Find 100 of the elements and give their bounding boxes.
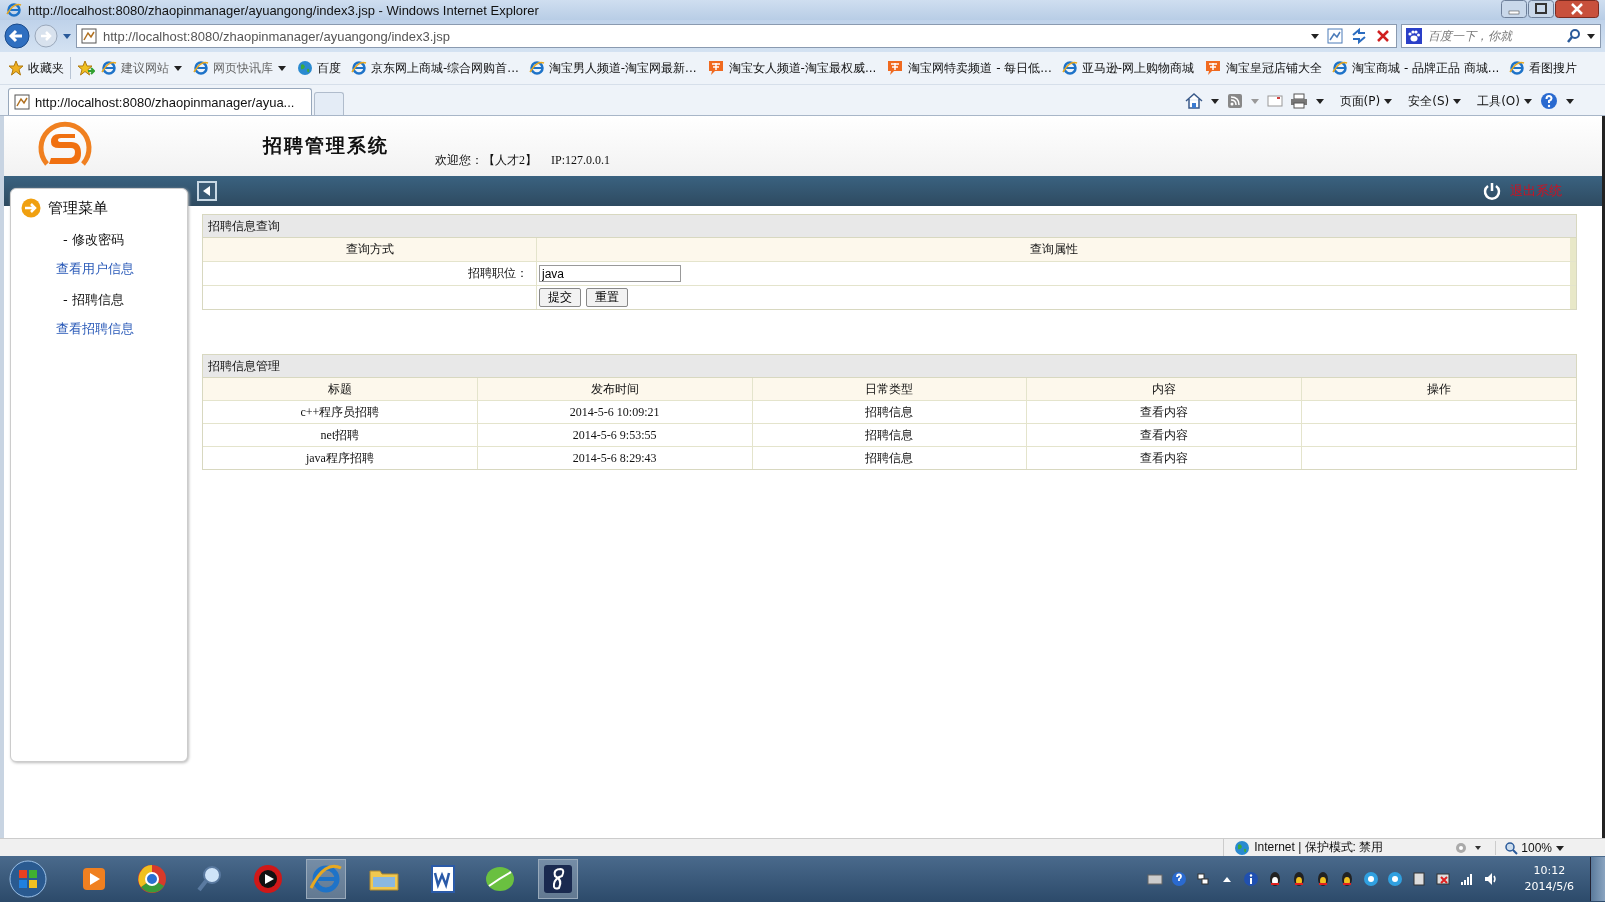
browser-icon bbox=[528, 60, 545, 76]
panel-title: 招聘信息查询 bbox=[203, 215, 1576, 238]
favorite-link[interactable]: 淘宝商城 - 品牌正品 商城... bbox=[1332, 59, 1500, 77]
view-content-link[interactable]: 查看内容 bbox=[1027, 401, 1303, 423]
settings-icon[interactable] bbox=[1453, 840, 1484, 855]
caret-icon[interactable] bbox=[1310, 32, 1320, 40]
maximize-button[interactable] bbox=[1528, 0, 1554, 18]
favorite-link[interactable]: 淘宝女人频道-淘宝最权威... bbox=[706, 59, 877, 77]
menu-link[interactable]: 查看招聘信息 bbox=[11, 315, 187, 344]
favorite-link[interactable]: 百度 bbox=[297, 59, 341, 77]
browser-icon bbox=[193, 60, 209, 76]
clock[interactable]: 10:12 2014/5/6 bbox=[1524, 863, 1574, 895]
favorite-link[interactable]: 京东网上商城-综合网购首... bbox=[351, 59, 519, 77]
page-icon bbox=[81, 28, 97, 44]
favorites-button[interactable]: 收藏夹 bbox=[8, 59, 64, 77]
column-header: 内容 bbox=[1027, 378, 1303, 400]
form-button[interactable]: 重置 bbox=[586, 288, 628, 307]
feed-icon[interactable] bbox=[1226, 93, 1243, 109]
caret-icon bbox=[1452, 97, 1463, 105]
browser-icon bbox=[101, 60, 117, 76]
power-icon bbox=[1482, 181, 1502, 201]
column-header: 查询方式 bbox=[203, 238, 537, 261]
network-error-icon[interactable] bbox=[1434, 871, 1451, 887]
view-content-link[interactable]: 查看内容 bbox=[1027, 447, 1303, 469]
bubble-icon[interactable] bbox=[1362, 871, 1379, 887]
bubble-icon[interactable] bbox=[1386, 871, 1403, 887]
form-button[interactable]: 提交 bbox=[539, 288, 581, 307]
menu-button[interactable]: 工具(O) bbox=[1477, 92, 1533, 110]
welcome-text: 欢迎您：【人才2】 bbox=[435, 151, 537, 169]
table-cell: java程序招聘 bbox=[203, 447, 478, 469]
search-icon[interactable] bbox=[1566, 28, 1582, 44]
address-field[interactable]: http://localhost:8080/zhaopinmanager/ayuangong/index3.jsp bbox=[76, 24, 1397, 48]
caret-icon bbox=[1555, 843, 1565, 852]
back-button[interactable] bbox=[4, 23, 30, 49]
paw-icon bbox=[1406, 28, 1422, 44]
search-input[interactable]: 百度一下，你就 bbox=[1426, 28, 1562, 44]
favorite-link[interactable]: 看图搜片 bbox=[1509, 59, 1578, 77]
help-icon[interactable] bbox=[1170, 871, 1187, 887]
column-header: 操作 bbox=[1426, 380, 1453, 398]
caret-icon[interactable] bbox=[1209, 97, 1220, 105]
menu-button[interactable]: 页面(P) bbox=[1339, 92, 1394, 110]
favorite-link[interactable]: 亚马逊-网上购物商城 bbox=[1061, 59, 1195, 77]
zoom-control[interactable]: 100% bbox=[1495, 840, 1565, 855]
table-cell: c++程序员招聘 bbox=[203, 401, 478, 423]
compatibility-icon[interactable] bbox=[1326, 27, 1344, 45]
favorite-link[interactable]: 建议网站 bbox=[101, 59, 183, 77]
browser-tab[interactable]: http://localhost:8080/zhaopinmanager/ayua... bbox=[8, 88, 312, 115]
view-content-link[interactable]: 查看内容 bbox=[1027, 424, 1303, 446]
star-icon bbox=[8, 60, 24, 76]
panel-title: 招聘信息管理 bbox=[203, 355, 1576, 378]
device-icon[interactable] bbox=[1410, 871, 1427, 887]
caret-icon[interactable] bbox=[1586, 32, 1596, 40]
home-icon[interactable] bbox=[1184, 93, 1203, 109]
favorite-link[interactable]: 淘宝男人频道-淘宝网最新... bbox=[528, 59, 697, 77]
search-field[interactable]: 百度一下，你就 bbox=[1401, 24, 1601, 48]
caret-icon bbox=[277, 64, 287, 72]
column-header: 发布时间 bbox=[477, 378, 753, 400]
menu-button[interactable]: 安全(S) bbox=[1408, 92, 1463, 110]
browser-icon bbox=[6, 2, 22, 18]
refresh-icon[interactable] bbox=[1350, 27, 1368, 45]
browser-icon bbox=[351, 60, 367, 76]
table-cell: 招聘信息 bbox=[752, 401, 1028, 423]
ribbon-icon[interactable] bbox=[539, 860, 577, 898]
caret-icon bbox=[1523, 97, 1533, 105]
position-field[interactable]: java bbox=[539, 265, 681, 282]
browser-icon bbox=[1061, 60, 1078, 76]
caret-icon[interactable] bbox=[1314, 97, 1325, 105]
table-cell: 招聘信息 bbox=[752, 447, 1028, 469]
menu-link[interactable]: 查看用户信息 bbox=[11, 255, 187, 284]
menu-section: - 修改密码 bbox=[11, 224, 187, 255]
caret-icon bbox=[1383, 97, 1394, 105]
window-icon[interactable] bbox=[1194, 871, 1211, 887]
speech-bubble-icon bbox=[706, 60, 725, 76]
menu-title: 管理菜单 bbox=[48, 198, 108, 218]
favorite-link[interactable]: 淘宝网特卖频道 - 每日低... bbox=[886, 59, 1052, 77]
table-cell: 2014-5-6 9:53:55 bbox=[477, 424, 753, 446]
favorite-link[interactable]: 淘宝皇冠店铺大全 bbox=[1204, 59, 1323, 77]
info-icon[interactable] bbox=[1242, 871, 1259, 887]
page-icon bbox=[14, 94, 30, 110]
table-cell: net招聘 bbox=[203, 424, 478, 446]
menu-section: - 招聘信息 bbox=[11, 284, 187, 315]
speaker-icon[interactable] bbox=[1482, 871, 1499, 887]
printer-icon[interactable] bbox=[1289, 93, 1308, 109]
collapse-icon[interactable] bbox=[197, 181, 217, 201]
help-icon[interactable] bbox=[1540, 92, 1558, 110]
show-desktop-button[interactable] bbox=[1590, 857, 1605, 901]
address-text: http://localhost:8080/zhaopinmanager/ayuangong/index3.jsp bbox=[103, 28, 451, 44]
system-title: 招聘管理系统 bbox=[263, 133, 389, 158]
caret-icon[interactable] bbox=[1565, 97, 1575, 105]
close-button[interactable] bbox=[1555, 0, 1599, 18]
speech-bubble-icon bbox=[1204, 60, 1223, 76]
keyboard-icon[interactable] bbox=[1146, 871, 1163, 887]
signal-icon[interactable] bbox=[1458, 871, 1475, 887]
start-button[interactable] bbox=[8, 859, 48, 899]
column-header: 日常类型 bbox=[752, 378, 1028, 400]
mail-icon[interactable] bbox=[1266, 94, 1283, 108]
magnifier-icon bbox=[1504, 840, 1519, 855]
favorite-link[interactable]: 网页快讯库 bbox=[193, 59, 287, 77]
browser-icon bbox=[1509, 60, 1526, 76]
add-favorite-icon[interactable] bbox=[77, 60, 95, 76]
